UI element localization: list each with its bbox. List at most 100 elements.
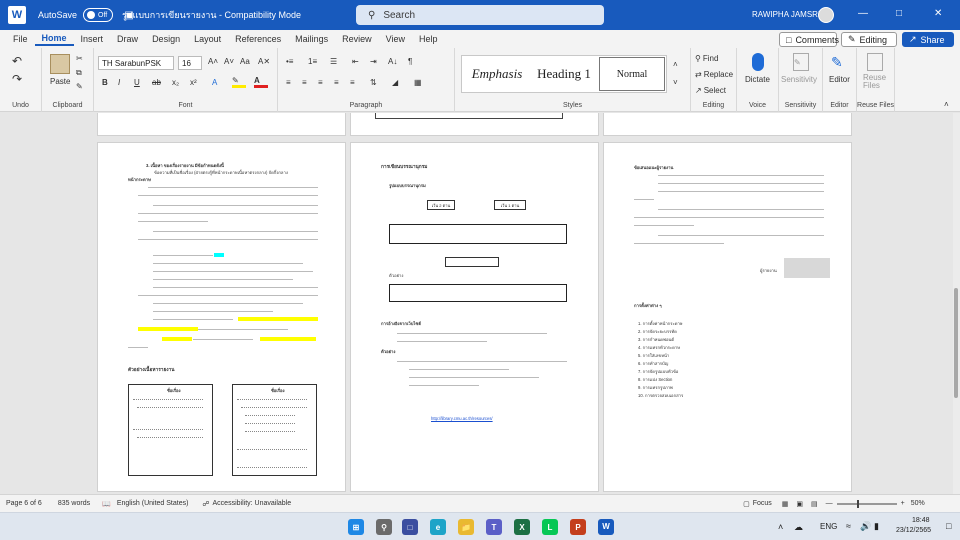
strikethrough-button[interactable]: ab: [152, 78, 161, 87]
align-right-icon[interactable]: ≡: [318, 78, 323, 87]
zoom-slider-thumb[interactable]: [856, 499, 859, 508]
scrollbar-thumb[interactable]: [954, 288, 958, 398]
style-emphasis[interactable]: Emphasis: [464, 56, 530, 92]
search-box[interactable]: ⚲ Search: [356, 5, 604, 25]
paste-label[interactable]: Paste: [50, 77, 70, 86]
undo-icon[interactable]: ↶: [12, 54, 22, 68]
highlight-icon[interactable]: ✎: [232, 76, 246, 88]
zoom-out-icon[interactable]: —: [826, 500, 833, 507]
word-app-icon[interactable]: W: [8, 6, 26, 24]
justify-icon[interactable]: ≡: [334, 78, 339, 87]
bold-button[interactable]: B: [102, 78, 108, 87]
tray-app-icon[interactable]: ☁: [794, 522, 803, 533]
subscript-button[interactable]: x₂: [172, 78, 179, 87]
redo-icon[interactable]: ↷: [12, 72, 22, 86]
comments-button[interactable]: □ Comments: [779, 32, 839, 47]
line-spacing-icon[interactable]: ⇅: [370, 78, 377, 87]
clear-format-icon[interactable]: A✕: [258, 57, 270, 66]
excel-icon[interactable]: X: [514, 519, 530, 535]
italic-button[interactable]: I: [118, 78, 120, 87]
editor-icon[interactable]: ✎: [831, 53, 849, 71]
tab-view[interactable]: View: [379, 34, 412, 44]
increase-indent-icon[interactable]: ⇥: [370, 57, 377, 66]
battery-icon[interactable]: ▮: [874, 521, 879, 532]
print-layout-icon[interactable]: ▣: [796, 500, 803, 508]
change-case-icon[interactable]: Aa: [240, 57, 250, 66]
read-mode-icon[interactable]: ▦: [782, 500, 789, 508]
align-center-icon[interactable]: ≡: [302, 78, 307, 87]
style-heading1[interactable]: Heading 1: [532, 56, 596, 92]
format-painter-icon[interactable]: ✎: [76, 82, 83, 91]
tab-references[interactable]: References: [228, 34, 288, 44]
input-language[interactable]: ENG: [820, 522, 837, 531]
replace-button[interactable]: ⇄ Replace: [695, 70, 733, 79]
vertical-scrollbar[interactable]: [953, 113, 960, 494]
tab-layout[interactable]: Layout: [187, 34, 228, 44]
tab-home[interactable]: Home: [34, 33, 74, 46]
share-button[interactable]: ↗ Share: [902, 32, 954, 47]
sort-icon[interactable]: A↓: [388, 57, 397, 66]
clock-date[interactable]: 23/12/2565: [896, 527, 931, 534]
find-button[interactable]: ⚲ Find: [695, 54, 718, 63]
thai-distributed-icon[interactable]: ≡: [350, 78, 355, 87]
underline-button[interactable]: U: [134, 78, 140, 87]
align-left-icon[interactable]: ≡: [286, 78, 291, 87]
word-count[interactable]: 835 words: [58, 500, 90, 507]
dictate-label[interactable]: Dictate: [745, 75, 770, 84]
teams-icon[interactable]: T: [486, 519, 502, 535]
numbering-icon[interactable]: 1≡: [308, 57, 317, 66]
tab-file[interactable]: File: [6, 34, 35, 44]
avatar[interactable]: [818, 7, 834, 23]
tab-review[interactable]: Review: [335, 34, 379, 44]
multilevel-list-icon[interactable]: ☰: [330, 57, 337, 66]
superscript-button[interactable]: x²: [190, 78, 197, 87]
tab-design[interactable]: Design: [145, 34, 187, 44]
p2-url-link[interactable]: http://library.cmu.ac.th/resources/: [431, 416, 493, 422]
start-icon[interactable]: ⊞: [348, 519, 364, 535]
tab-mailings[interactable]: Mailings: [288, 34, 335, 44]
powerpoint-icon[interactable]: P: [570, 519, 586, 535]
grow-font-icon[interactable]: A˄: [208, 57, 218, 66]
language[interactable]: English (United States): [117, 500, 189, 507]
font-color-icon[interactable]: A: [254, 76, 268, 88]
styles-scroll-up-icon[interactable]: ˄: [673, 60, 678, 69]
zoom-level[interactable]: 50%: [911, 500, 925, 507]
notification-icon[interactable]: □: [946, 521, 951, 531]
page-count[interactable]: Page 6 of 6: [6, 500, 42, 507]
accessibility-status[interactable]: Accessibility: Unavailable: [213, 500, 292, 507]
style-normal[interactable]: Normal: [599, 57, 665, 91]
paste-icon[interactable]: [50, 54, 70, 74]
cut-icon[interactable]: ✂: [76, 54, 83, 63]
maximize-icon[interactable]: □: [896, 8, 902, 19]
borders-icon[interactable]: ▦: [414, 78, 422, 87]
tab-insert[interactable]: Insert: [74, 34, 111, 44]
autosave-toggle[interactable]: Off: [83, 8, 114, 22]
proofing-icon[interactable]: 📖: [102, 500, 111, 508]
tab-draw[interactable]: Draw: [110, 34, 145, 44]
task-view-icon[interactable]: □: [402, 519, 418, 535]
wifi-icon[interactable]: ≈: [846, 521, 851, 531]
font-name-field[interactable]: TH SarabunPSK: [98, 56, 174, 70]
web-layout-icon[interactable]: ▤: [811, 500, 818, 508]
line-icon[interactable]: L: [542, 519, 558, 535]
show-marks-icon[interactable]: ¶: [408, 57, 412, 66]
shading-icon[interactable]: ◢: [392, 78, 398, 87]
word-taskbar-icon[interactable]: W: [598, 519, 614, 535]
zoom-in-icon[interactable]: +: [901, 500, 905, 507]
file-explorer-icon[interactable]: 📁: [458, 519, 474, 535]
search-taskbar-icon[interactable]: ⚲: [376, 519, 392, 535]
editor-label[interactable]: Editor: [829, 75, 850, 84]
user-name[interactable]: RAWIPHA JAMSRI: [752, 10, 820, 19]
shrink-font-icon[interactable]: A˅: [224, 57, 234, 66]
editing-mode-button[interactable]: ✎ Editing: [841, 32, 897, 47]
minimize-icon[interactable]: —: [858, 8, 868, 19]
ribbon-collapse-icon[interactable]: ˄: [944, 100, 949, 109]
decrease-indent-icon[interactable]: ⇤: [352, 57, 359, 66]
volume-icon[interactable]: 🔊: [860, 521, 871, 532]
clock-time[interactable]: 18:48: [912, 517, 930, 524]
microphone-icon[interactable]: [752, 53, 764, 71]
text-effects-button[interactable]: A: [212, 78, 217, 87]
select-button[interactable]: ↗ Select: [695, 86, 726, 95]
tray-chevron-icon[interactable]: ˄: [778, 522, 783, 532]
document-area[interactable]: 3. เนื้อหา ของเรื่องรายงาน มีข้อกำหนดดัง…: [0, 113, 960, 494]
